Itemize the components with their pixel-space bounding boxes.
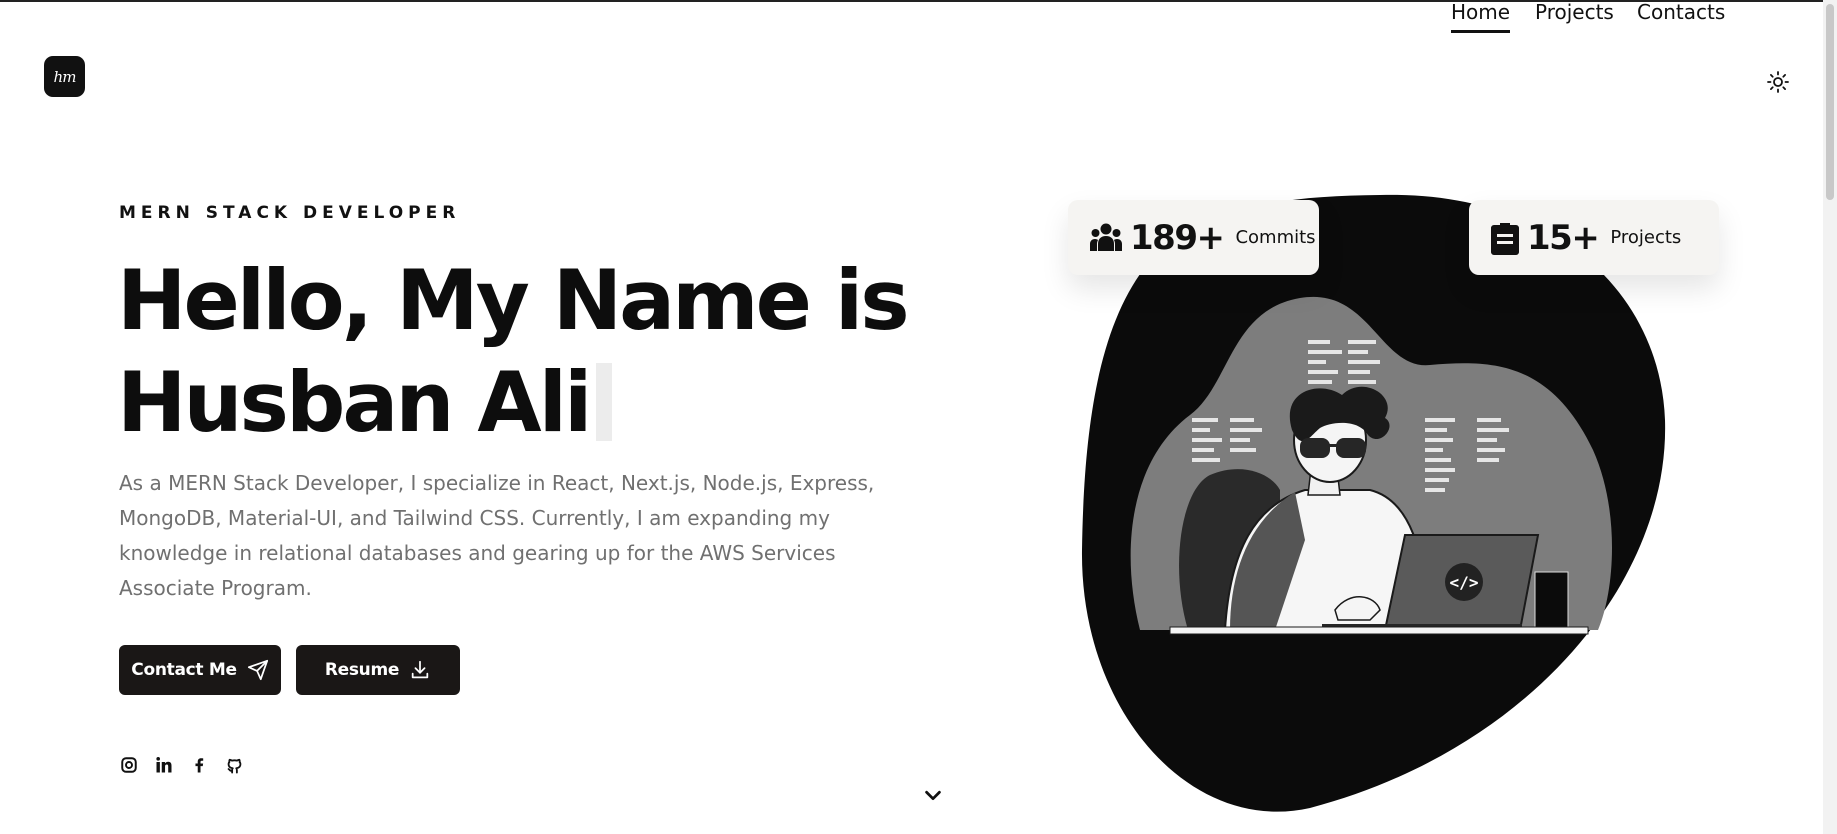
github-link[interactable] (223, 754, 245, 776)
projects-label: Projects (1610, 227, 1682, 248)
laptop-code-text: </> (1450, 573, 1479, 592)
scroll-down-button[interactable] (920, 782, 946, 808)
contact-me-button[interactable]: Contact Me (119, 645, 281, 695)
page-scrollbar[interactable] (1823, 0, 1837, 834)
sun-icon (1767, 71, 1789, 93)
contact-me-label: Contact Me (131, 660, 237, 680)
projects-value: 15+ (1527, 217, 1600, 258)
hero-intro: As a MERN Stack Developer, I specialize … (119, 471, 875, 600)
instagram-icon (121, 757, 137, 773)
commits-stat-card: 189+ Commits (1068, 200, 1319, 275)
linkedin-icon (156, 757, 172, 773)
commits-value: 189+ (1130, 217, 1225, 258)
resume-button[interactable]: Resume (296, 645, 460, 695)
send-icon (247, 659, 268, 681)
nav-projects-link[interactable]: Projects (1535, 0, 1614, 24)
nav-contacts-link[interactable]: Contacts (1637, 0, 1725, 24)
projects-stat-card: 15+ Projects (1469, 200, 1719, 275)
hero-headline: Hello, My Name is Husban Ali (117, 250, 910, 454)
hero-kicker: MERN STACK DEVELOPER (119, 203, 461, 223)
clipboard-icon (1491, 222, 1519, 255)
facebook-link[interactable] (188, 754, 210, 776)
resume-label: Resume (324, 660, 400, 680)
chevron-down-icon (925, 790, 941, 801)
commits-label: Commits (1235, 227, 1316, 248)
nav-home-link[interactable]: Home (1451, 0, 1511, 33)
desk (1169, 626, 1589, 635)
linkedin-link[interactable] (153, 754, 175, 776)
theme-toggle-button[interactable] (1764, 68, 1792, 96)
mug (1534, 571, 1569, 629)
download-icon (411, 660, 429, 679)
logo-text: hm (53, 67, 77, 86)
facebook-icon (195, 758, 204, 773)
instagram-link[interactable] (118, 754, 140, 776)
users-icon (1090, 223, 1122, 251)
headline-line-1: Hello, My Name is (117, 252, 910, 349)
developer-illustration: </> (1081, 194, 1666, 812)
typing-cursor (595, 363, 612, 441)
github-icon (227, 758, 241, 774)
headline-line-2: Husban Ali (117, 354, 592, 451)
logo[interactable]: hm (44, 56, 85, 97)
scrollbar-thumb[interactable] (1826, 4, 1834, 200)
